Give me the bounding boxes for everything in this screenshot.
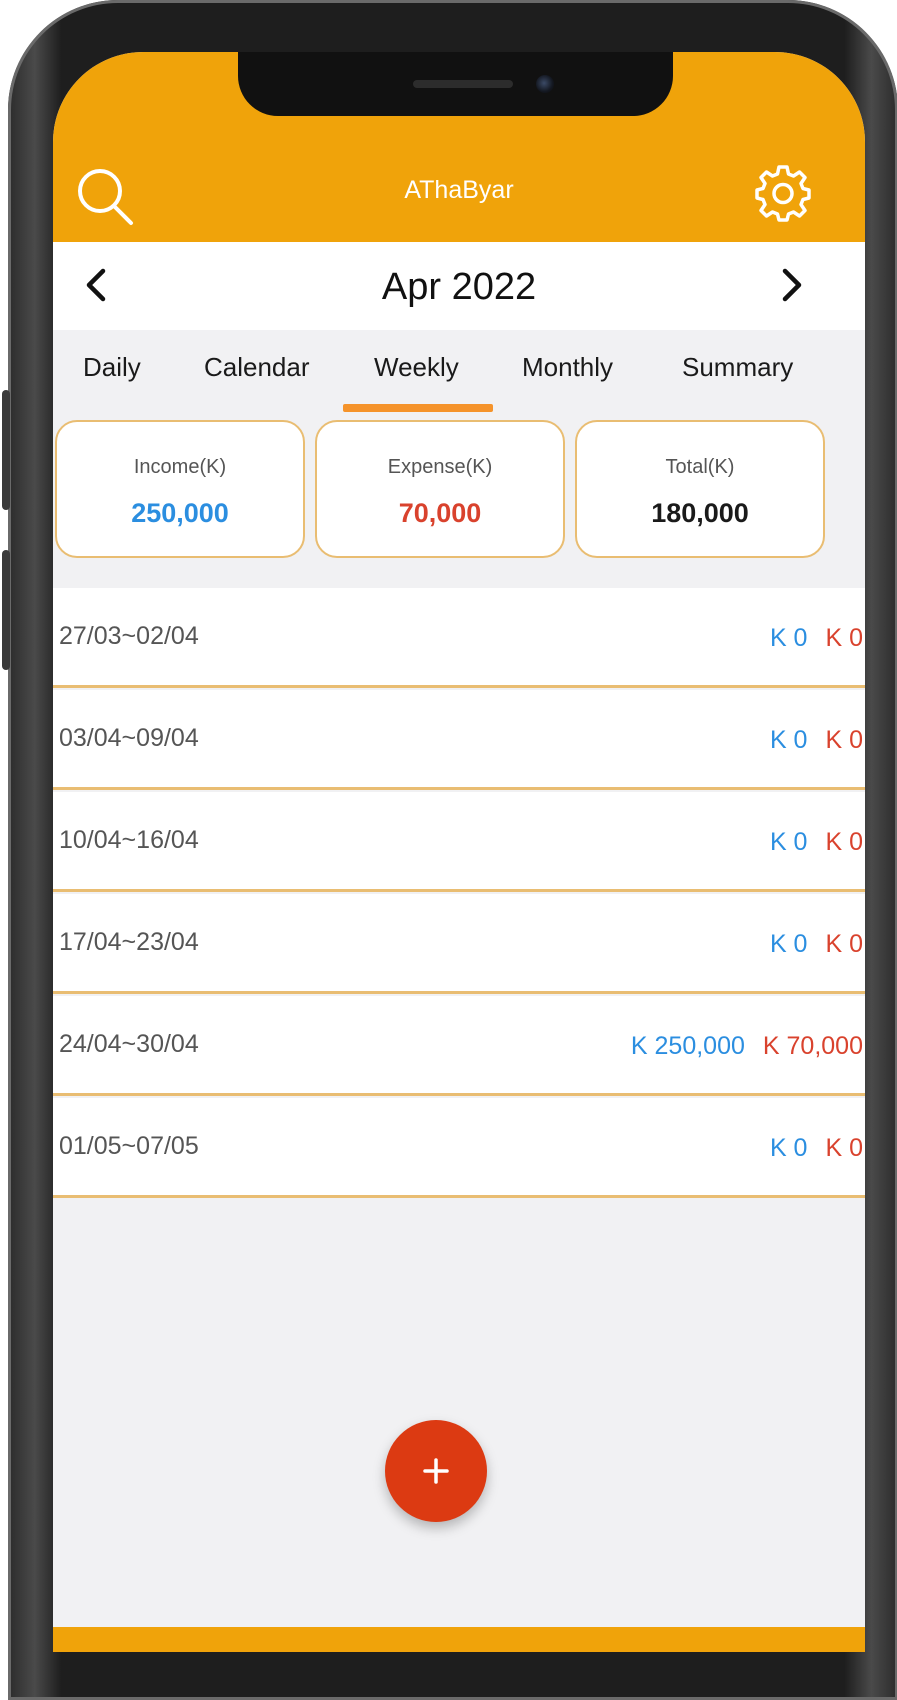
tab-daily[interactable]: Daily	[83, 352, 141, 383]
settings-button[interactable]	[748, 158, 818, 228]
week-range: 10/04~16/04	[59, 826, 199, 854]
week-expense: K 0	[825, 726, 863, 754]
summary-cards: Income(K) 250,000 Expense(K) 70,000 Tota…	[53, 418, 865, 568]
week-income: K 0	[769, 624, 808, 652]
week-row[interactable]: 24/04~30/04 K 250,000 K 70,000	[53, 996, 865, 1096]
active-tab-indicator	[343, 404, 493, 412]
net-total: 180,000	[651, 498, 749, 528]
week-range: 27/03~02/04	[59, 622, 199, 650]
phone-frame: AThaByar Apr 2022 Daily Calendar Weekly …	[2, 0, 897, 1700]
add-transaction-button[interactable]	[385, 1420, 487, 1522]
week-amounts: K 0 K 0	[770, 624, 863, 653]
device-notch	[238, 52, 673, 116]
plus-icon	[423, 1458, 449, 1484]
tab-monthly[interactable]: Monthly	[522, 352, 613, 383]
week-row[interactable]: 01/05~07/05 K 0 K 0	[53, 1098, 865, 1198]
week-amounts: K 250,000 K 70,000	[631, 1032, 863, 1061]
tab-weekly[interactable]: Weekly	[374, 352, 459, 383]
week-row[interactable]: 17/04~23/04 K 0 K 0	[53, 894, 865, 994]
week-income: K 0	[769, 828, 808, 856]
week-amounts: K 0 K 0	[770, 930, 863, 959]
week-expense: K 0	[825, 930, 863, 958]
total-card: Total(K) 180,000	[575, 420, 825, 558]
week-expense: K 70,000	[762, 1032, 863, 1060]
bottom-bar	[53, 1627, 865, 1652]
week-range: 03/04~09/04	[59, 724, 199, 752]
current-month-label: Apr 2022	[381, 266, 537, 308]
app-title: AThaByar	[404, 176, 514, 204]
month-navigator: Apr 2022	[53, 242, 865, 330]
chevron-right-icon	[782, 268, 802, 302]
week-income: K 0	[769, 1134, 808, 1162]
phone-side-button	[2, 390, 10, 510]
phone-side-button	[2, 550, 10, 670]
view-tabs: Daily Calendar Weekly Monthly Summary	[53, 330, 865, 415]
expense-card: Expense(K) 70,000	[315, 420, 565, 558]
week-amounts: K 0 K 0	[770, 828, 863, 857]
income-label: Income(K)	[133, 456, 227, 478]
front-camera	[536, 75, 554, 93]
week-income: K 250,000	[630, 1032, 745, 1060]
week-row[interactable]: 27/03~02/04 K 0 K 0	[53, 588, 865, 688]
gear-icon	[755, 165, 811, 222]
week-income: K 0	[769, 726, 808, 754]
week-row[interactable]: 03/04~09/04 K 0 K 0	[53, 690, 865, 790]
tab-calendar[interactable]: Calendar	[204, 352, 310, 383]
app-screen: AThaByar Apr 2022 Daily Calendar Weekly …	[53, 52, 865, 1652]
total-label: Total(K)	[665, 456, 735, 478]
expense-total: 70,000	[398, 498, 482, 528]
tab-summary[interactable]: Summary	[682, 352, 793, 383]
weekly-list: 27/03~02/04 K 0 K 0 03/04~09/04 K 0 K 0 10…	[53, 588, 865, 1200]
expense-label: Expense(K)	[387, 456, 493, 478]
week-amounts: K 0 K 0	[770, 1134, 863, 1163]
week-amounts: K 0 K 0	[770, 726, 863, 755]
week-range: 17/04~23/04	[59, 928, 199, 956]
income-total: 250,000	[131, 498, 229, 528]
week-expense: K 0	[825, 1134, 863, 1162]
week-row[interactable]: 10/04~16/04 K 0 K 0	[53, 792, 865, 892]
income-card: Income(K) 250,000	[55, 420, 305, 558]
week-expense: K 0	[825, 624, 863, 652]
week-range: 24/04~30/04	[59, 1030, 199, 1058]
week-expense: K 0	[825, 828, 863, 856]
week-income: K 0	[769, 930, 808, 958]
speaker-grille	[413, 80, 513, 88]
week-range: 01/05~07/05	[59, 1132, 199, 1160]
next-month-button[interactable]	[767, 260, 817, 310]
